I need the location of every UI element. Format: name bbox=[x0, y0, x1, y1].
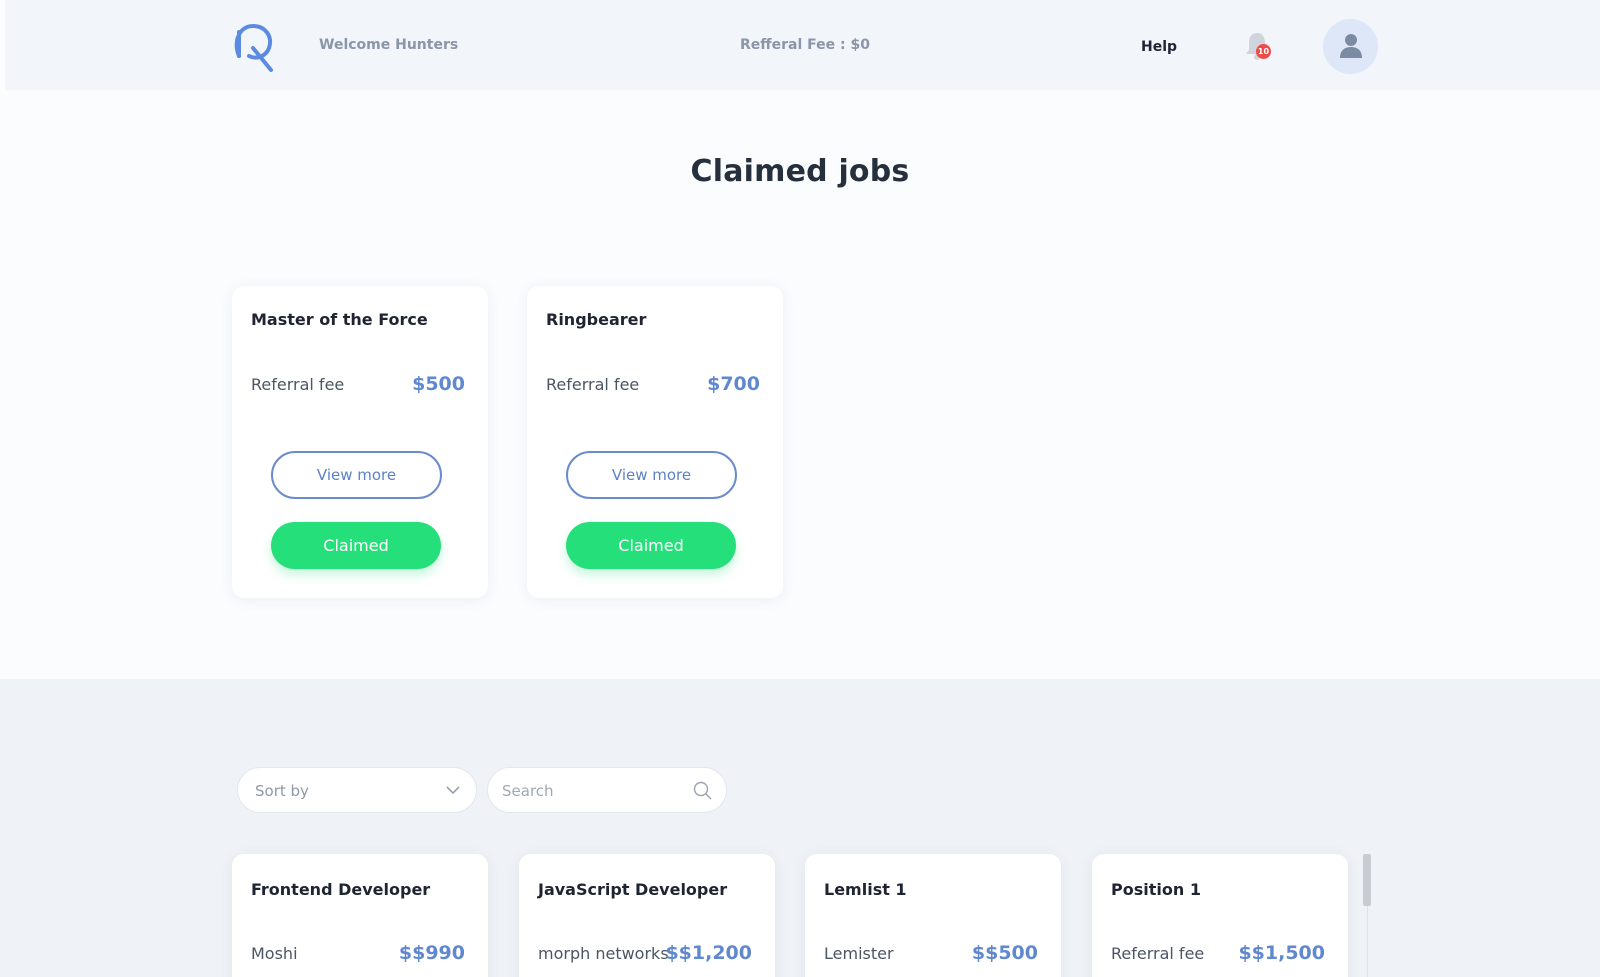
sort-by-dropdown[interactable]: Sort by bbox=[237, 767, 477, 813]
referral-fee-amount: $700 bbox=[707, 373, 760, 395]
referral-fee-amount: $$1,200 bbox=[665, 942, 752, 964]
company-name: Moshi bbox=[251, 944, 298, 963]
referral-fee-amount: $500 bbox=[412, 373, 465, 395]
page-title: Claimed jobs bbox=[690, 154, 910, 189]
company-name: Lemister bbox=[824, 944, 894, 963]
claimed-button[interactable]: Claimed bbox=[271, 522, 441, 569]
referral-fee-label: Referral fee bbox=[546, 375, 640, 394]
notification-badge: 10 bbox=[1256, 44, 1271, 59]
job-title: JavaScript Developer bbox=[538, 880, 728, 899]
welcome-text: Welcome Hunters bbox=[319, 37, 459, 53]
job-title: Master of the Force bbox=[251, 310, 428, 329]
claimed-job-card: Master of the Force Referral fee $500 Vi… bbox=[232, 286, 488, 598]
job-title: Ringbearer bbox=[546, 310, 647, 329]
chevron-down-icon bbox=[446, 786, 460, 795]
company-name: morph networks bbox=[538, 944, 669, 963]
help-link[interactable]: Help bbox=[1141, 39, 1177, 55]
user-icon bbox=[1340, 34, 1362, 58]
referral-fee-amount: $$500 bbox=[971, 942, 1038, 964]
view-more-button[interactable]: View more bbox=[566, 451, 737, 499]
scrollbar-thumb[interactable] bbox=[1363, 854, 1371, 906]
avatar[interactable] bbox=[1323, 19, 1378, 74]
job-card[interactable]: JavaScript Developer morph networks $$1,… bbox=[519, 854, 775, 977]
referral-fee-amount: $$990 bbox=[398, 942, 465, 964]
search-input[interactable] bbox=[502, 776, 682, 806]
search-box bbox=[487, 767, 727, 813]
view-more-button[interactable]: View more bbox=[271, 451, 442, 499]
job-title: Position 1 bbox=[1111, 880, 1201, 899]
referral-fee-label: Referral fee bbox=[251, 375, 345, 394]
job-card[interactable]: Frontend Developer Moshi $$990 bbox=[232, 854, 488, 977]
claimed-button[interactable]: Claimed bbox=[566, 522, 736, 569]
referral-fee-total: Refferal Fee : $0 bbox=[740, 37, 870, 53]
claimed-job-card: Ringbearer Referral fee $700 View more C… bbox=[527, 286, 783, 598]
referral-fee-amount: $$1,500 bbox=[1238, 942, 1325, 964]
search-icon[interactable] bbox=[693, 781, 712, 800]
sort-by-label: Sort by bbox=[255, 782, 309, 800]
job-card[interactable]: Position 1 Referral fee $$1,500 bbox=[1092, 854, 1348, 977]
logo-icon[interactable] bbox=[231, 22, 279, 74]
job-card[interactable]: Lemlist 1 Lemister $$500 bbox=[805, 854, 1061, 977]
referral-fee-label: Referral fee bbox=[1111, 944, 1205, 963]
job-title: Lemlist 1 bbox=[824, 880, 907, 899]
job-title: Frontend Developer bbox=[251, 880, 431, 899]
